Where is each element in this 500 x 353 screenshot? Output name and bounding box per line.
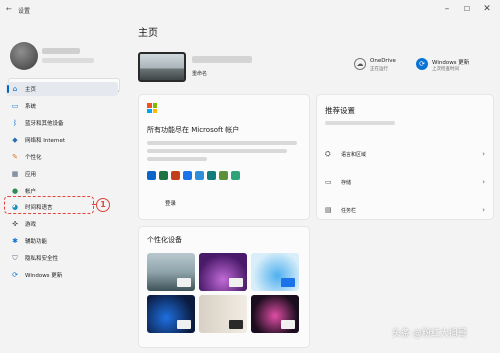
sign-in-button[interactable]: 登录 bbox=[165, 199, 176, 207]
callout-highlight bbox=[4, 196, 94, 214]
sidebar-item-label: 个性化 bbox=[25, 155, 42, 161]
sidebar-item-privacy[interactable]: ⛉ 隐私和安全性 bbox=[6, 251, 118, 265]
chevron-right-icon: › bbox=[482, 206, 485, 214]
quick-label: Windows 更新 bbox=[432, 60, 470, 66]
theme-thumbnail[interactable] bbox=[147, 253, 195, 291]
minimize-icon[interactable]: – bbox=[440, 4, 454, 14]
sidebar-item-label: 系统 bbox=[25, 104, 37, 110]
rec-card-subtitle-blurred bbox=[325, 121, 395, 125]
language-icon: ⛭ bbox=[325, 149, 331, 158]
microsoft-logo-icon bbox=[147, 103, 157, 113]
sidebar-item-home[interactable]: ⌂ 主页 bbox=[6, 82, 118, 96]
quick-sub: 正在运行 bbox=[370, 67, 388, 72]
bluetooth-icon: ᛒ bbox=[12, 119, 18, 127]
pers-card-title: 个性化设备 bbox=[147, 236, 182, 244]
accessibility-icon: ✱ bbox=[12, 237, 18, 245]
watermark-text: 头条 @粉红大拇哥 bbox=[392, 329, 467, 339]
sidebar: ⌕ ⌂ 主页 ▭ 系统 ᛒ 蓝牙和其他设备 ◆ 网络和 Internet ✎ 个… bbox=[0, 22, 130, 353]
taskbar-icon: ▤ bbox=[325, 206, 332, 214]
callout-number: 1 bbox=[96, 198, 110, 212]
quick-sub: 上次检查时间 bbox=[432, 67, 459, 72]
excel-icon bbox=[159, 171, 168, 180]
sidebar-item-accessibility[interactable]: ✱ 辅助功能 bbox=[6, 234, 118, 248]
sidebar-item-system[interactable]: ▭ 系统 bbox=[6, 99, 118, 113]
home-icon: ⌂ bbox=[12, 85, 18, 93]
ms-card-text-blurred bbox=[147, 141, 297, 145]
rec-row-storage[interactable]: ▭ 存储 › bbox=[325, 175, 485, 189]
storage-icon: ▭ bbox=[325, 178, 332, 186]
user-email-blurred bbox=[42, 58, 94, 63]
app-icons-row bbox=[147, 171, 240, 180]
onedrive-status[interactable]: ☁ OneDrive 正在运行 bbox=[354, 58, 396, 72]
rec-row-language[interactable]: ⛭ 语言和区域 › bbox=[325, 147, 485, 161]
rec-row-label: 任务栏 bbox=[341, 207, 357, 214]
avatar[interactable] bbox=[10, 42, 38, 70]
device-image bbox=[138, 52, 186, 82]
monitor-icon: ▭ bbox=[11, 102, 19, 110]
rewards-icon bbox=[219, 171, 228, 180]
microsoft-account-card: 所有功能尽在 Microsoft 帐户 登录 bbox=[138, 94, 310, 220]
theme-thumbnail[interactable] bbox=[251, 295, 299, 333]
app-title: 设置 bbox=[18, 8, 31, 15]
sidebar-item-label: 主页 bbox=[25, 87, 37, 93]
sidebar-item-apps[interactable]: ▦ 应用 bbox=[6, 167, 118, 181]
page-title: 主页 bbox=[138, 28, 158, 39]
brush-icon: ✎ bbox=[12, 153, 18, 161]
windows-update-status[interactable]: ⟳ Windows 更新 上次检查时间 bbox=[416, 58, 469, 72]
sidebar-item-label: 蓝牙和其他设备 bbox=[25, 121, 64, 127]
shield-icon: ⛉ bbox=[12, 253, 18, 262]
defender-icon bbox=[183, 171, 192, 180]
rec-row-taskbar[interactable]: ▤ 任务栏 › bbox=[325, 203, 485, 217]
sidebar-item-label: 辅助功能 bbox=[25, 239, 48, 245]
theme-thumbnail[interactable] bbox=[147, 295, 195, 333]
rec-row-label: 存储 bbox=[341, 179, 352, 186]
gem-icon bbox=[231, 171, 240, 180]
theme-thumbnail[interactable] bbox=[199, 253, 247, 291]
ms-card-title: 所有功能尽在 Microsoft 帐户 bbox=[147, 126, 240, 134]
theme-thumbnail[interactable] bbox=[199, 295, 247, 333]
sidebar-item-label: 网络和 Internet bbox=[25, 138, 66, 144]
cloud-icon: ☁ bbox=[354, 58, 366, 70]
user-name-blurred bbox=[42, 48, 80, 54]
back-arrow-icon[interactable]: ← bbox=[6, 5, 12, 13]
chevron-right-icon: › bbox=[482, 178, 485, 186]
apps-icon: ▦ bbox=[11, 170, 19, 178]
sidebar-item-bluetooth[interactable]: ᛒ 蓝牙和其他设备 bbox=[6, 116, 118, 130]
sidebar-item-label: 应用 bbox=[25, 172, 37, 178]
device-name-blurred bbox=[192, 56, 252, 63]
family-icon bbox=[207, 171, 216, 180]
sidebar-item-label: 帐户 bbox=[25, 189, 37, 195]
powerpoint-icon bbox=[171, 171, 180, 180]
ms-card-text-blurred bbox=[147, 149, 287, 153]
sidebar-item-gaming[interactable]: ✜ 游戏 bbox=[6, 217, 118, 231]
close-icon[interactable]: ✕ bbox=[480, 4, 494, 14]
sidebar-item-personalization[interactable]: ✎ 个性化 bbox=[6, 150, 118, 164]
theme-thumbnail[interactable] bbox=[251, 253, 299, 291]
selection-indicator bbox=[7, 85, 9, 93]
sidebar-item-windows-update[interactable]: ⟳ Windows 更新 bbox=[6, 268, 118, 282]
ms-card-text-blurred bbox=[147, 157, 207, 161]
onedrive-icon bbox=[195, 171, 204, 180]
sidebar-item-label: Windows 更新 bbox=[25, 273, 63, 279]
maximize-icon[interactable]: ☐ bbox=[460, 5, 474, 13]
wifi-icon: ◆ bbox=[12, 136, 18, 144]
device-strip: 重命名 ☁ OneDrive 正在运行 ⟳ Windows 更新 上次检查时间 bbox=[136, 44, 494, 86]
outlook-icon bbox=[147, 171, 156, 180]
rec-row-label: 语言和区域 bbox=[341, 151, 367, 158]
quick-label: OneDrive bbox=[370, 58, 396, 64]
rename-link[interactable]: 重命名 bbox=[192, 70, 207, 77]
recommended-settings-card: 推荐设置 ⛭ 语言和区域 › ▭ 存储 › ▤ 任务栏 › bbox=[316, 94, 494, 220]
sidebar-item-label: 游戏 bbox=[25, 222, 37, 228]
personalize-device-card: 个性化设备 bbox=[138, 226, 310, 348]
sidebar-item-label: 隐私和安全性 bbox=[25, 256, 59, 262]
sidebar-item-network[interactable]: ◆ 网络和 Internet bbox=[6, 133, 118, 147]
gamepad-icon: ✜ bbox=[12, 220, 18, 228]
sync-icon: ⟳ bbox=[416, 58, 428, 70]
chevron-right-icon: › bbox=[482, 150, 485, 158]
title-bar: ← 设置 – ☐ ✕ bbox=[0, 0, 500, 22]
sync-icon: ⟳ bbox=[12, 271, 18, 279]
rec-card-title: 推荐设置 bbox=[325, 106, 355, 115]
